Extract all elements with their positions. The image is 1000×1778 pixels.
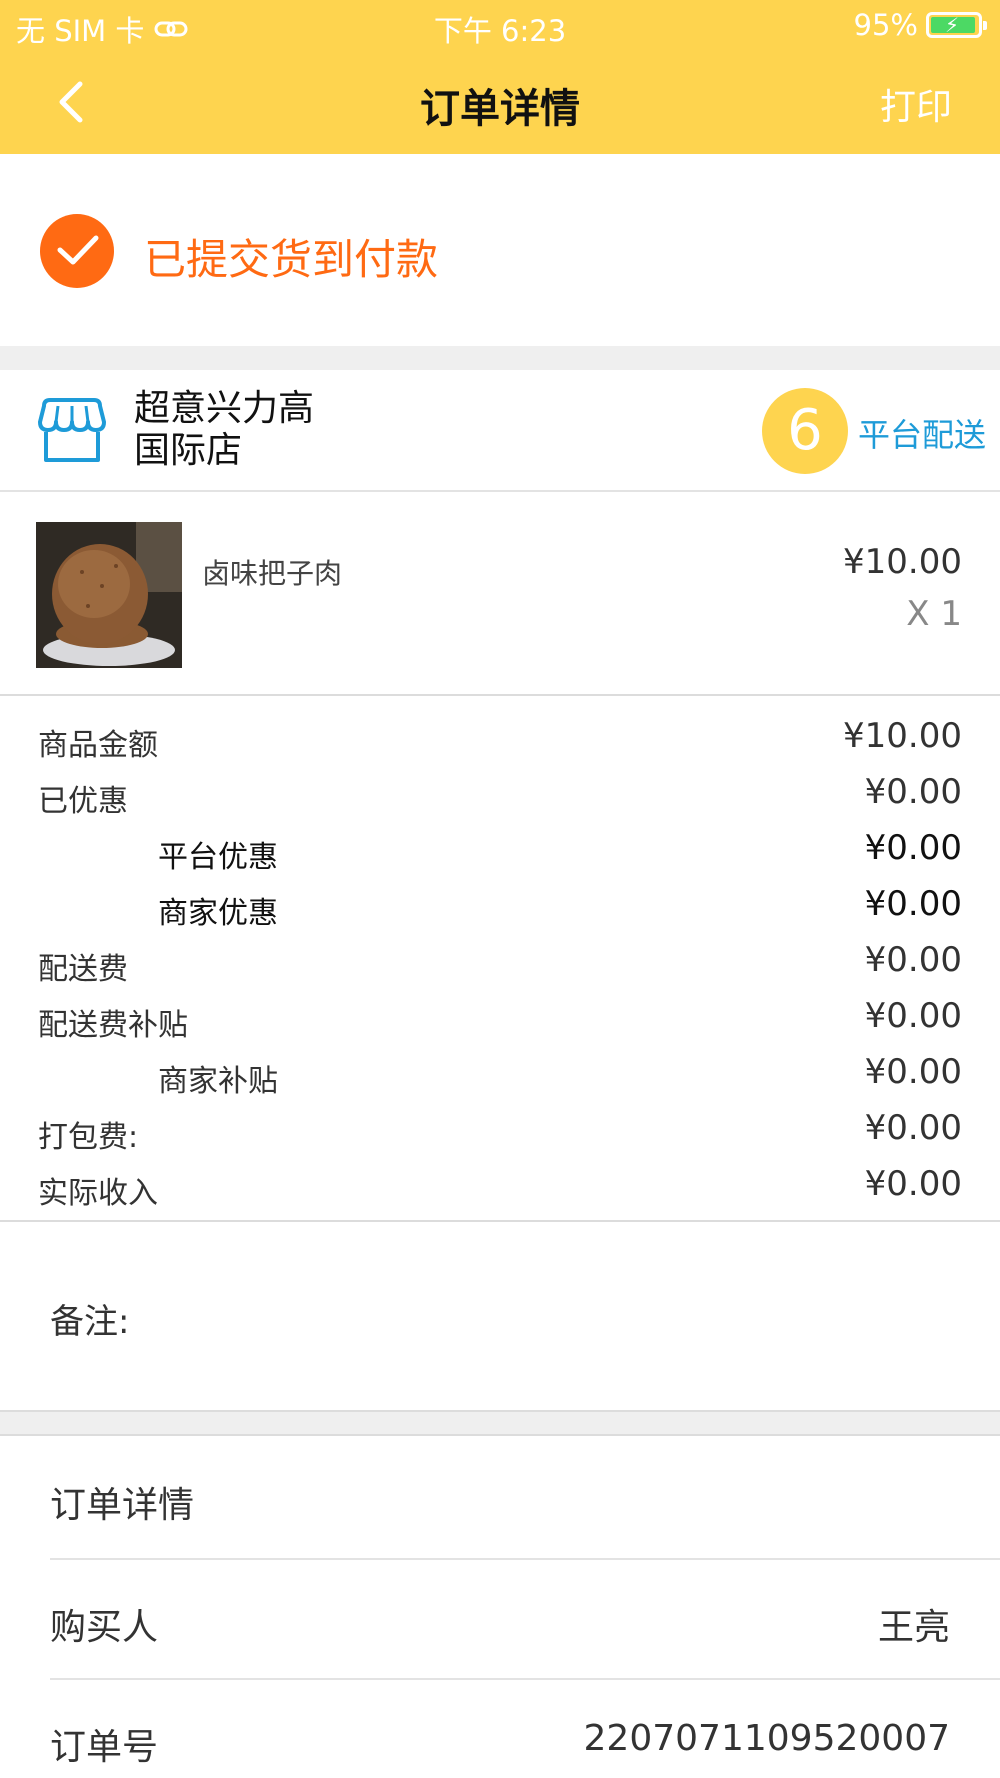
summary-value: ¥0.00 (864, 884, 962, 924)
product-price: ¥10.00 (843, 542, 962, 582)
battery-group: 95% ⚡ (853, 8, 987, 42)
summary-row-packing-fee: 打包费: ¥0.00 (0, 1104, 1000, 1160)
battery-percent: 95% (853, 8, 918, 42)
buyer-label: 购买人 (50, 1607, 159, 1648)
summary-value: ¥0.00 (864, 996, 962, 1036)
summary-row-discount: 已优惠 ¥0.00 (0, 768, 1000, 824)
section-divider (0, 346, 1000, 370)
summary-label: 配送费 (38, 952, 128, 987)
summary-row-goods-amount: 商品金额 ¥10.00 (0, 712, 1000, 768)
summary-value: ¥0.00 (864, 1164, 962, 1204)
order-status-text: 已提交货到付款 (144, 235, 439, 284)
price-summary: 商品金额 ¥10.00 已优惠 ¥0.00 平台优惠 ¥0.00 商家优惠 ¥0… (0, 702, 1000, 1222)
top-bar: 无 SIM 卡 下午 6:23 95% ⚡ 订单详情 打印 (0, 0, 1000, 154)
store-row[interactable]: 超意兴力高 国际店 6 平台配送 (0, 370, 1000, 492)
remark-section: 备注: (0, 1224, 1000, 1410)
summary-label: 平台优惠 (158, 840, 278, 875)
product-quantity: X 1 (906, 594, 962, 634)
summary-row-merchant-subsidy: 商家补贴 ¥0.00 (0, 1048, 1000, 1104)
summary-label: 配送费补贴 (38, 1008, 188, 1043)
order-status-section: 已提交货到付款 (0, 154, 1000, 346)
delivery-type: 平台配送 (857, 416, 986, 454)
summary-value: ¥0.00 (864, 940, 962, 980)
buyer-row: 购买人 王亮 (0, 1560, 1000, 1678)
status-bar: 无 SIM 卡 下午 6:23 95% ⚡ (0, 6, 1000, 48)
page-title: 订单详情 (420, 86, 580, 132)
summary-value: ¥0.00 (864, 772, 962, 812)
summary-label: 实际收入 (38, 1176, 158, 1211)
summary-label: 打包费: (38, 1120, 139, 1155)
product-item: 卤味把子肉 ¥10.00 X 1 (0, 494, 1000, 696)
summary-value: ¥10.00 (843, 716, 962, 756)
summary-label: 商家优惠 (158, 896, 278, 931)
order-number-row: 订单号 2207071109520007 (0, 1680, 1000, 1778)
store-name-line1: 超意兴力高 (134, 388, 315, 429)
order-number-label: 订单号 (50, 1727, 159, 1768)
buyer-value: 王亮 (877, 1607, 950, 1648)
summary-label: 商品金额 (38, 728, 158, 763)
summary-value: ¥0.00 (864, 1108, 962, 1148)
section-divider (0, 1410, 1000, 1436)
print-button[interactable]: 打印 (880, 78, 952, 130)
order-number-value: 2207071109520007 (583, 1718, 950, 1759)
status-time: 下午 6:23 (433, 14, 567, 48)
summary-row-delivery-fee: 配送费 ¥0.00 (0, 936, 1000, 992)
order-number-badge: 6 (762, 388, 848, 474)
navigation-bar: 订单详情 打印 (0, 64, 1000, 140)
details-header: 订单详情 (50, 1485, 195, 1526)
summary-row-delivery-subsidy: 配送费补贴 ¥0.00 (0, 992, 1000, 1048)
store-name: 超意兴力高 国际店 (134, 388, 434, 472)
charging-bolt-icon: ⚡ (945, 13, 960, 37)
summary-value: ¥0.00 (864, 828, 962, 868)
summary-row-platform-discount: 平台优惠 ¥0.00 (0, 824, 1000, 880)
summary-label: 商家补贴 (158, 1064, 278, 1099)
summary-row-merchant-discount: 商家优惠 ¥0.00 (0, 880, 1000, 936)
remark-label: 备注: (50, 1302, 130, 1342)
product-image (36, 522, 182, 668)
store-icon (38, 398, 106, 462)
check-circle-icon (40, 214, 114, 288)
details-header-row: 订单详情 (0, 1438, 1000, 1556)
summary-row-actual-income: 实际收入 ¥0.00 (0, 1160, 1000, 1216)
battery-icon: ⚡ (926, 12, 987, 38)
summary-value: ¥0.00 (864, 1052, 962, 1092)
store-name-line2: 国际店 (134, 430, 243, 471)
summary-label: 已优惠 (38, 784, 128, 819)
product-name: 卤味把子肉 (202, 557, 343, 590)
